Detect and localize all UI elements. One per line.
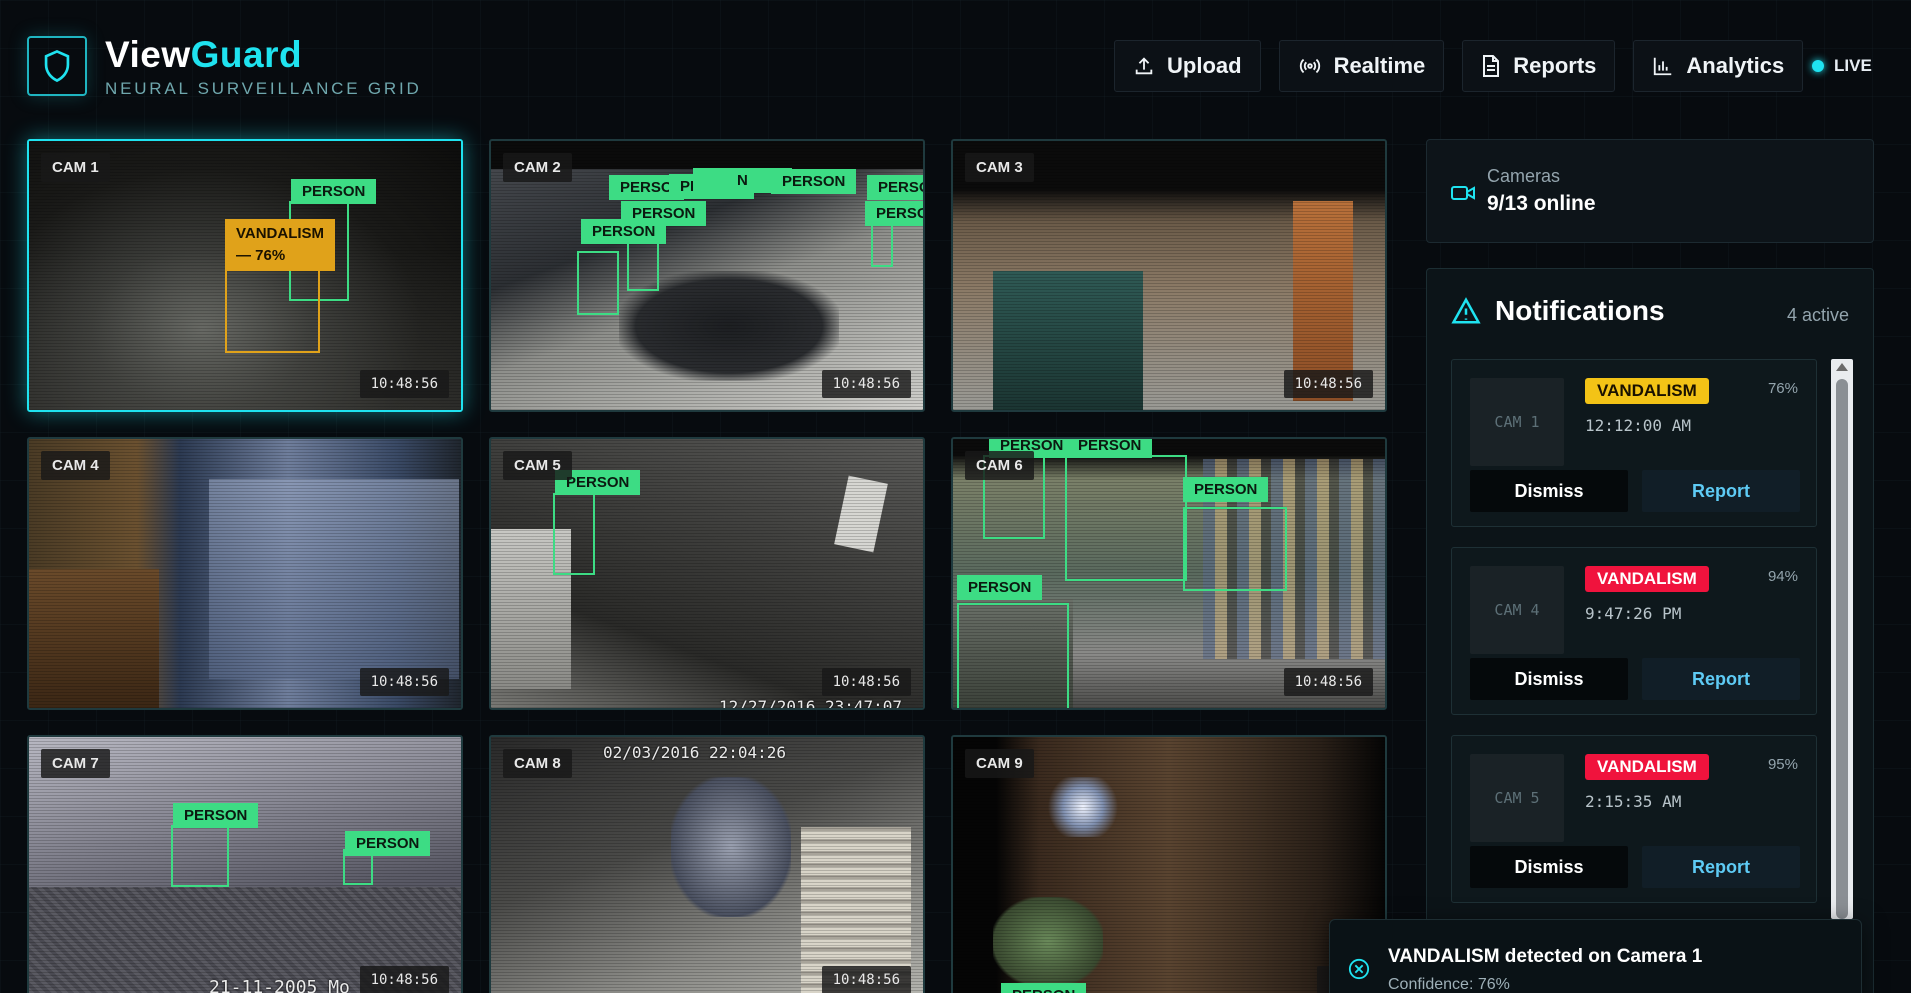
camera-timestamp: 10:48:56 — [1283, 370, 1373, 398]
camera-label: CAM 1 — [41, 153, 110, 182]
detection-tag: PERSON — [173, 803, 259, 828]
camera-timestamp: 10:48:56 — [1283, 668, 1373, 696]
detection-tag: PERSON — [291, 179, 377, 204]
scrollbar-thumb[interactable] — [1836, 379, 1848, 919]
upload-button[interactable]: Upload — [1114, 40, 1261, 92]
scroll-up-arrow-icon[interactable] — [1836, 363, 1848, 371]
notification-confidence: 94% — [1767, 568, 1798, 585]
detection-box — [1065, 455, 1187, 581]
app-title: ViewGuard — [105, 34, 303, 75]
detection-tag: PERSON — [867, 175, 923, 200]
camera-label: CAM 3 — [965, 153, 1034, 182]
notification-thumbnail[interactable]: CAM 4 — [1470, 566, 1564, 654]
notification-item: CAM 5 VANDALISM 95% 2:15:35 AM Dismiss R… — [1451, 735, 1817, 903]
detection-box — [957, 603, 1069, 708]
camera-osd-timestamp: 21-11-2005 Mo — [209, 977, 350, 993]
camera-label: CAM 2 — [503, 153, 572, 182]
report-button[interactable]: Report — [1642, 470, 1800, 512]
camera-osd-timestamp: 12/27/2016 23:47:07 — [719, 697, 903, 710]
shield-icon — [44, 49, 70, 83]
bar-chart-icon — [1654, 57, 1672, 76]
camera-osd-timestamp: 02/03/2016 22:04:26 — [603, 743, 787, 762]
detection-box — [577, 251, 619, 315]
app-subtitle: NEURAL SURVEILLANCE GRID — [105, 79, 422, 98]
report-button[interactable]: Report — [1642, 658, 1800, 700]
video-camera-icon — [1451, 186, 1475, 200]
detection-box — [553, 493, 595, 575]
close-circle-icon[interactable] — [1348, 958, 1370, 980]
alert-toast[interactable]: VANDALISM detected on Camera 1 Confidenc… — [1329, 919, 1862, 993]
dismiss-button[interactable]: Dismiss — [1470, 846, 1628, 888]
camera-tile-3[interactable]: CAM 3 10:48:56 — [951, 139, 1387, 412]
notification-thumbnail[interactable]: CAM 1 — [1470, 378, 1564, 466]
report-button[interactable]: Report — [1642, 846, 1800, 888]
camera-label: CAM 6 — [965, 451, 1034, 480]
detection-tag: PERSON — [771, 169, 857, 194]
notification-time: 2:15:35 AM — [1585, 792, 1682, 811]
detection-tag: PERSON — [957, 575, 1043, 600]
notification-type-badge: VANDALISM — [1585, 378, 1709, 404]
camera-tile-7[interactable]: PERSON PERSON 21-11-2005 Mo CAM 7 10:48:… — [27, 735, 463, 993]
camera-timestamp: 10:48:56 — [359, 370, 449, 398]
camera-timestamp: 10:48:56 — [821, 668, 911, 696]
camera-label: CAM 4 — [41, 451, 110, 480]
detection-tag: PERSON — [581, 219, 667, 244]
detection-tag: PERSON — [1067, 439, 1153, 458]
detection-tag: PERSON — [1001, 983, 1087, 993]
notifications-title: Notifications — [1451, 295, 1665, 327]
camera-tile-8[interactable]: 02/03/2016 22:04:26 CAM 8 10:48:56 — [489, 735, 925, 993]
live-dot — [1812, 60, 1824, 72]
toast-title: VANDALISM detected on Camera 1 — [1388, 946, 1703, 967]
detection-tag: PERSON — [345, 831, 431, 856]
document-icon — [1483, 55, 1500, 77]
camera-tile-4[interactable]: CAM 4 10:48:56 — [27, 437, 463, 710]
notification-thumbnail[interactable]: CAM 5 — [1470, 754, 1564, 842]
camera-tile-2[interactable]: PERSO PERSON N PERSON PERSON PERSON PERS… — [489, 139, 925, 412]
detection-box — [171, 825, 229, 887]
camera-tile-5[interactable]: PERSON 12/27/2016 23:47:07 CAM 5 10:48:5… — [489, 437, 925, 710]
detection-tag: PERSON — [865, 201, 923, 226]
notification-time: 12:12:00 AM — [1585, 416, 1691, 435]
camera-timestamp: 10:48:56 — [359, 966, 449, 993]
notification-type-badge: VANDALISM — [1585, 566, 1709, 592]
notifications-panel: Notifications 4 active CAM 1 VANDALISM 7… — [1426, 268, 1874, 993]
toast-detail: Confidence: 76% — [1388, 976, 1510, 993]
analytics-button[interactable]: Analytics — [1633, 40, 1804, 92]
cameras-summary-label: Cameras — [1487, 166, 1561, 186]
broadcast-icon — [1299, 58, 1320, 74]
live-indicator: LIVE — [1812, 56, 1872, 76]
camera-label: CAM 7 — [41, 749, 110, 778]
upload-icon — [1135, 57, 1153, 75]
camera-tile-1[interactable]: PERSON VANDALISM — 76% CAM 1 10:48:56 — [27, 139, 463, 412]
reports-button[interactable]: Reports — [1462, 40, 1616, 92]
notifications-count: 4 active — [1786, 305, 1849, 325]
notification-item: CAM 4 VANDALISM 94% 9:47:26 PM Dismiss R… — [1451, 547, 1817, 715]
camera-label: CAM 5 — [503, 451, 572, 480]
top-nav: Upload Realtime Reports Analytics — [1114, 40, 1804, 92]
notification-item: CAM 1 VANDALISM 76% 12:12:00 AM Dismiss … — [1451, 359, 1817, 527]
camera-label: CAM 8 — [503, 749, 572, 778]
dismiss-button[interactable]: Dismiss — [1470, 470, 1628, 512]
detection-tag: PERSON — [1183, 477, 1269, 502]
camera-label: CAM 9 — [965, 749, 1034, 778]
detection-box — [1183, 507, 1287, 591]
cameras-summary-card: Cameras 9/13 online — [1426, 139, 1874, 243]
dismiss-button[interactable]: Dismiss — [1470, 658, 1628, 700]
logo — [27, 36, 87, 96]
warning-icon — [1451, 297, 1481, 324]
vandalism-tag: VANDALISM — 76% — [225, 219, 336, 271]
camera-timestamp: 10:48:56 — [359, 668, 449, 696]
brand: ViewGuard NEURAL SURVEILLANCE GRID — [105, 33, 422, 99]
realtime-button[interactable]: Realtime — [1278, 40, 1445, 92]
notification-time: 9:47:26 PM — [1585, 604, 1682, 623]
notification-confidence: 95% — [1767, 756, 1798, 773]
notifications-scrollbar[interactable] — [1831, 359, 1853, 919]
notification-confidence: 76% — [1767, 380, 1798, 397]
camera-timestamp: 10:48:56 — [821, 370, 911, 398]
cameras-summary-value: 9/13 online — [1487, 192, 1596, 215]
notification-type-badge: VANDALISM — [1585, 754, 1709, 780]
camera-tile-6[interactable]: PERSON PERSON PERSON PERSON CAM 6 10:48:… — [951, 437, 1387, 710]
camera-tile-9[interactable]: PERSON CAM 9 10:4 — [951, 735, 1387, 993]
camera-timestamp: 10:48:56 — [821, 966, 911, 993]
